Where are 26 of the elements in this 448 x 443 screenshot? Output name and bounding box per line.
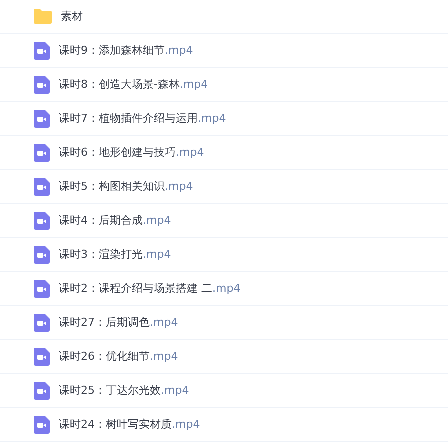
video-file-icon (34, 382, 50, 400)
file-name[interactable]: 课时4：后期合成.mp4 (59, 213, 172, 228)
file-name[interactable]: 课时26：优化细节.mp4 (59, 349, 178, 364)
file-name[interactable]: 课时7：植物插件介绍与运用.mp4 (59, 111, 226, 126)
file-name[interactable]: 课时3：渲染打光.mp4 (59, 247, 172, 262)
video-file-icon (34, 246, 50, 264)
video-file-icon (34, 76, 50, 94)
video-file-icon (34, 416, 50, 434)
file-name[interactable]: 课时9：添加森林细节.mp4 (59, 43, 194, 58)
file-name[interactable]: 课时5：构图相关知识.mp4 (59, 179, 194, 194)
file-name[interactable]: 课时25：丁达尔光效.mp4 (59, 383, 190, 398)
file-name[interactable]: 素材 (61, 9, 83, 24)
video-file-icon (34, 178, 50, 196)
video-file-icon (34, 314, 50, 332)
video-file-icon (34, 212, 50, 230)
video-file-icon (34, 280, 50, 298)
file-name[interactable]: 课时2：课程介绍与场景搭建 二.mp4 (59, 281, 241, 296)
folder-icon (34, 9, 52, 24)
video-file-icon (34, 42, 50, 60)
file-name[interactable]: 课时6：地形创建与技巧.mp4 (59, 145, 204, 160)
file-name[interactable]: 课时24：树叶写实材质.mp4 (59, 417, 200, 432)
video-file-icon (34, 348, 50, 366)
file-name[interactable]: 课时8：创造大场景-森林.mp4 (59, 77, 208, 92)
file-name[interactable]: 课时27：后期调色.mp4 (59, 315, 178, 330)
video-file-icon (34, 144, 50, 162)
video-file-icon (34, 110, 50, 128)
